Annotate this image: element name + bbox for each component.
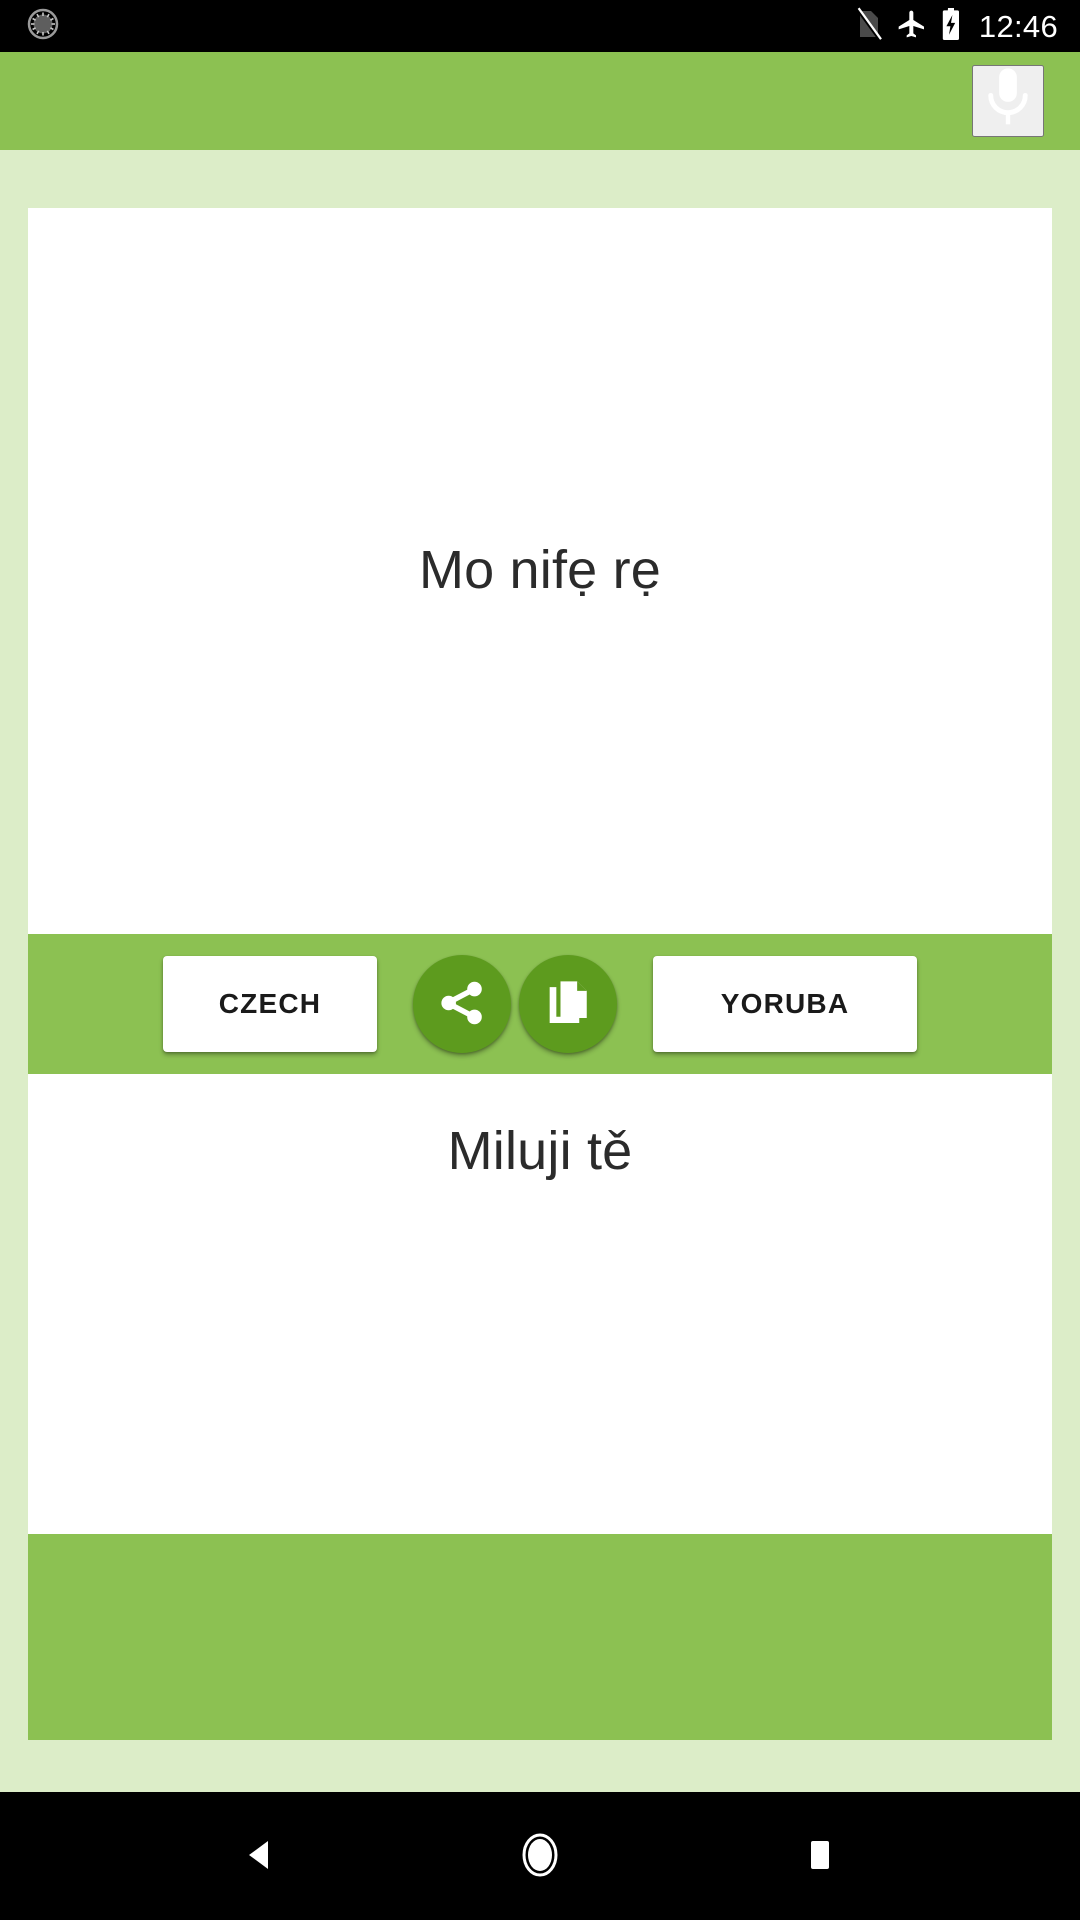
translator-content: Mo nifẹ rẹ CZECH YORUBA Miluji tě: [0, 150, 1080, 1792]
share-icon: [437, 978, 487, 1031]
home-circle-icon: [515, 1830, 565, 1883]
status-bar-clock: 12:46: [978, 8, 1058, 44]
alarm-circle-icon: [26, 7, 60, 46]
source-text-card[interactable]: Mo nifẹ rẹ: [28, 208, 1052, 934]
target-text-card[interactable]: Miluji tě: [28, 1074, 1052, 1534]
microphone-icon[interactable]: [972, 65, 1044, 137]
back-triangle-icon: [236, 1831, 284, 1882]
bottom-ad-panel: [28, 1534, 1052, 1740]
phone-screen: 12:46 Mo nifẹ rẹ CZECH YORUBA Miluji tě: [0, 0, 1080, 1920]
target-language-button[interactable]: YORUBA: [653, 956, 917, 1052]
app-bar: [0, 52, 1080, 150]
target-text: Miluji tě: [447, 1121, 633, 1181]
home-button[interactable]: [485, 1801, 595, 1911]
recents-square-icon: [799, 1830, 841, 1883]
back-button[interactable]: [205, 1801, 315, 1911]
copy-icon: [543, 978, 593, 1031]
no-sim-icon: [855, 7, 883, 46]
recents-button[interactable]: [765, 1801, 875, 1911]
source-text: Mo nifẹ rẹ: [418, 540, 662, 601]
copy-button[interactable]: [519, 955, 617, 1053]
source-language-button[interactable]: CZECH: [163, 956, 377, 1052]
language-control-bar: CZECH YORUBA: [28, 934, 1052, 1074]
share-button[interactable]: [413, 955, 511, 1053]
battery-charging-icon: [941, 7, 961, 46]
airplane-mode-icon: [896, 8, 928, 45]
android-navigation-bar: [0, 1792, 1080, 1920]
status-bar-system-icons: 12:46: [855, 7, 1058, 46]
status-bar-notifications: [26, 7, 60, 46]
status-bar: 12:46: [0, 0, 1080, 52]
